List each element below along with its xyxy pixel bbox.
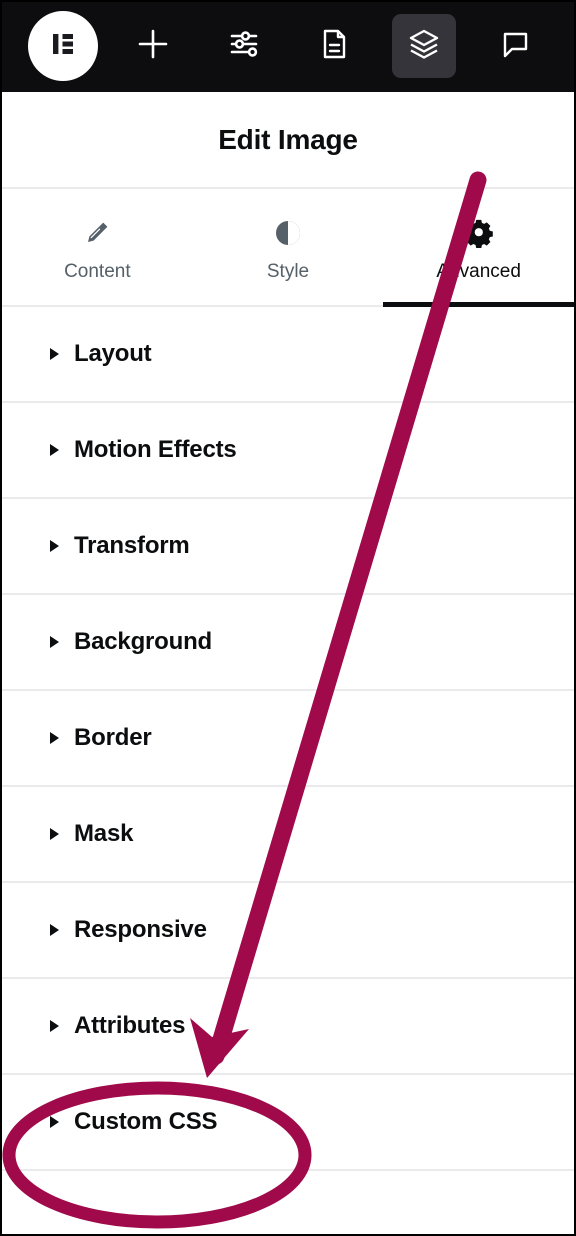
section-label: Custom CSS [74,1108,218,1135]
widget-settings-panel: Edit Image Content Style Advanced Layout… [2,92,574,1234]
section-label: Attributes [74,1012,186,1039]
elementor-editor-panel-screenshot: Edit Image Content Style Advanced Layout… [0,0,576,1236]
page-settings-button[interactable] [302,14,366,78]
section-label: Border [74,724,152,751]
tab-style[interactable]: Style [193,189,384,305]
section-label: Background [74,628,213,655]
section-layout[interactable]: Layout [2,307,574,403]
toolbar-slot-site-settings [199,0,289,92]
section-transform[interactable]: Transform [2,499,574,595]
toolbar-slot-add-element [108,0,198,92]
gear-icon [464,218,494,248]
chevron-right-icon [50,348,59,360]
tab-content-label: Content [64,260,131,282]
section-custom-css[interactable]: Custom CSS [2,1075,574,1171]
sliders-icon [225,25,263,68]
chat-bubble-icon [496,25,534,68]
document-icon [315,25,353,68]
panel-tabs: Content Style Advanced [2,189,574,307]
chevron-right-icon [50,732,59,744]
section-motion-effects[interactable]: Motion Effects [2,403,574,499]
section-attributes[interactable]: Attributes [2,979,574,1075]
add-element-button[interactable] [121,14,185,78]
section-mask[interactable]: Mask [2,787,574,883]
tab-style-label: Style [266,260,310,282]
chevron-right-icon [50,444,59,456]
section-border[interactable]: Border [2,691,574,787]
section-label: Motion Effects [74,436,237,463]
section-background[interactable]: Background [2,595,574,691]
contrast-circle-icon [273,218,303,248]
layers-icon [405,25,443,68]
section-label: Layout [74,340,152,367]
page-title: Edit Image [218,123,358,155]
chevron-right-icon [50,636,59,648]
site-settings-button[interactable] [212,14,276,78]
chevron-right-icon [50,1020,59,1032]
toolbar-slot-feedback [470,0,560,92]
tab-advanced-label: Advanced [436,260,521,282]
section-label: Transform [74,532,190,559]
tab-content[interactable]: Content [2,189,193,305]
toolbar-slot-elementor-logo [18,0,108,92]
toolbar-slot-structure [379,0,469,92]
panel-header: Edit Image [2,92,574,189]
chevron-right-icon [50,1116,59,1128]
chevron-right-icon [50,828,59,840]
plus-icon [134,25,172,68]
feedback-button[interactable] [483,14,547,78]
structure-button[interactable] [392,14,457,78]
section-responsive[interactable]: Responsive [2,883,574,979]
editor-top-toolbar [0,0,576,92]
chevron-right-icon [50,540,59,552]
pencil-icon [82,218,112,248]
advanced-sections-list: Layout Motion Effects Transform Backgrou… [2,307,574,1171]
toolbar-slot-page-settings [289,0,379,92]
elementor-logo-button[interactable] [28,11,99,81]
chevron-right-icon [50,924,59,936]
section-label: Responsive [74,916,207,943]
elementor-logo-icon [45,26,81,67]
section-label: Mask [74,820,134,847]
tab-advanced[interactable]: Advanced [383,189,574,307]
